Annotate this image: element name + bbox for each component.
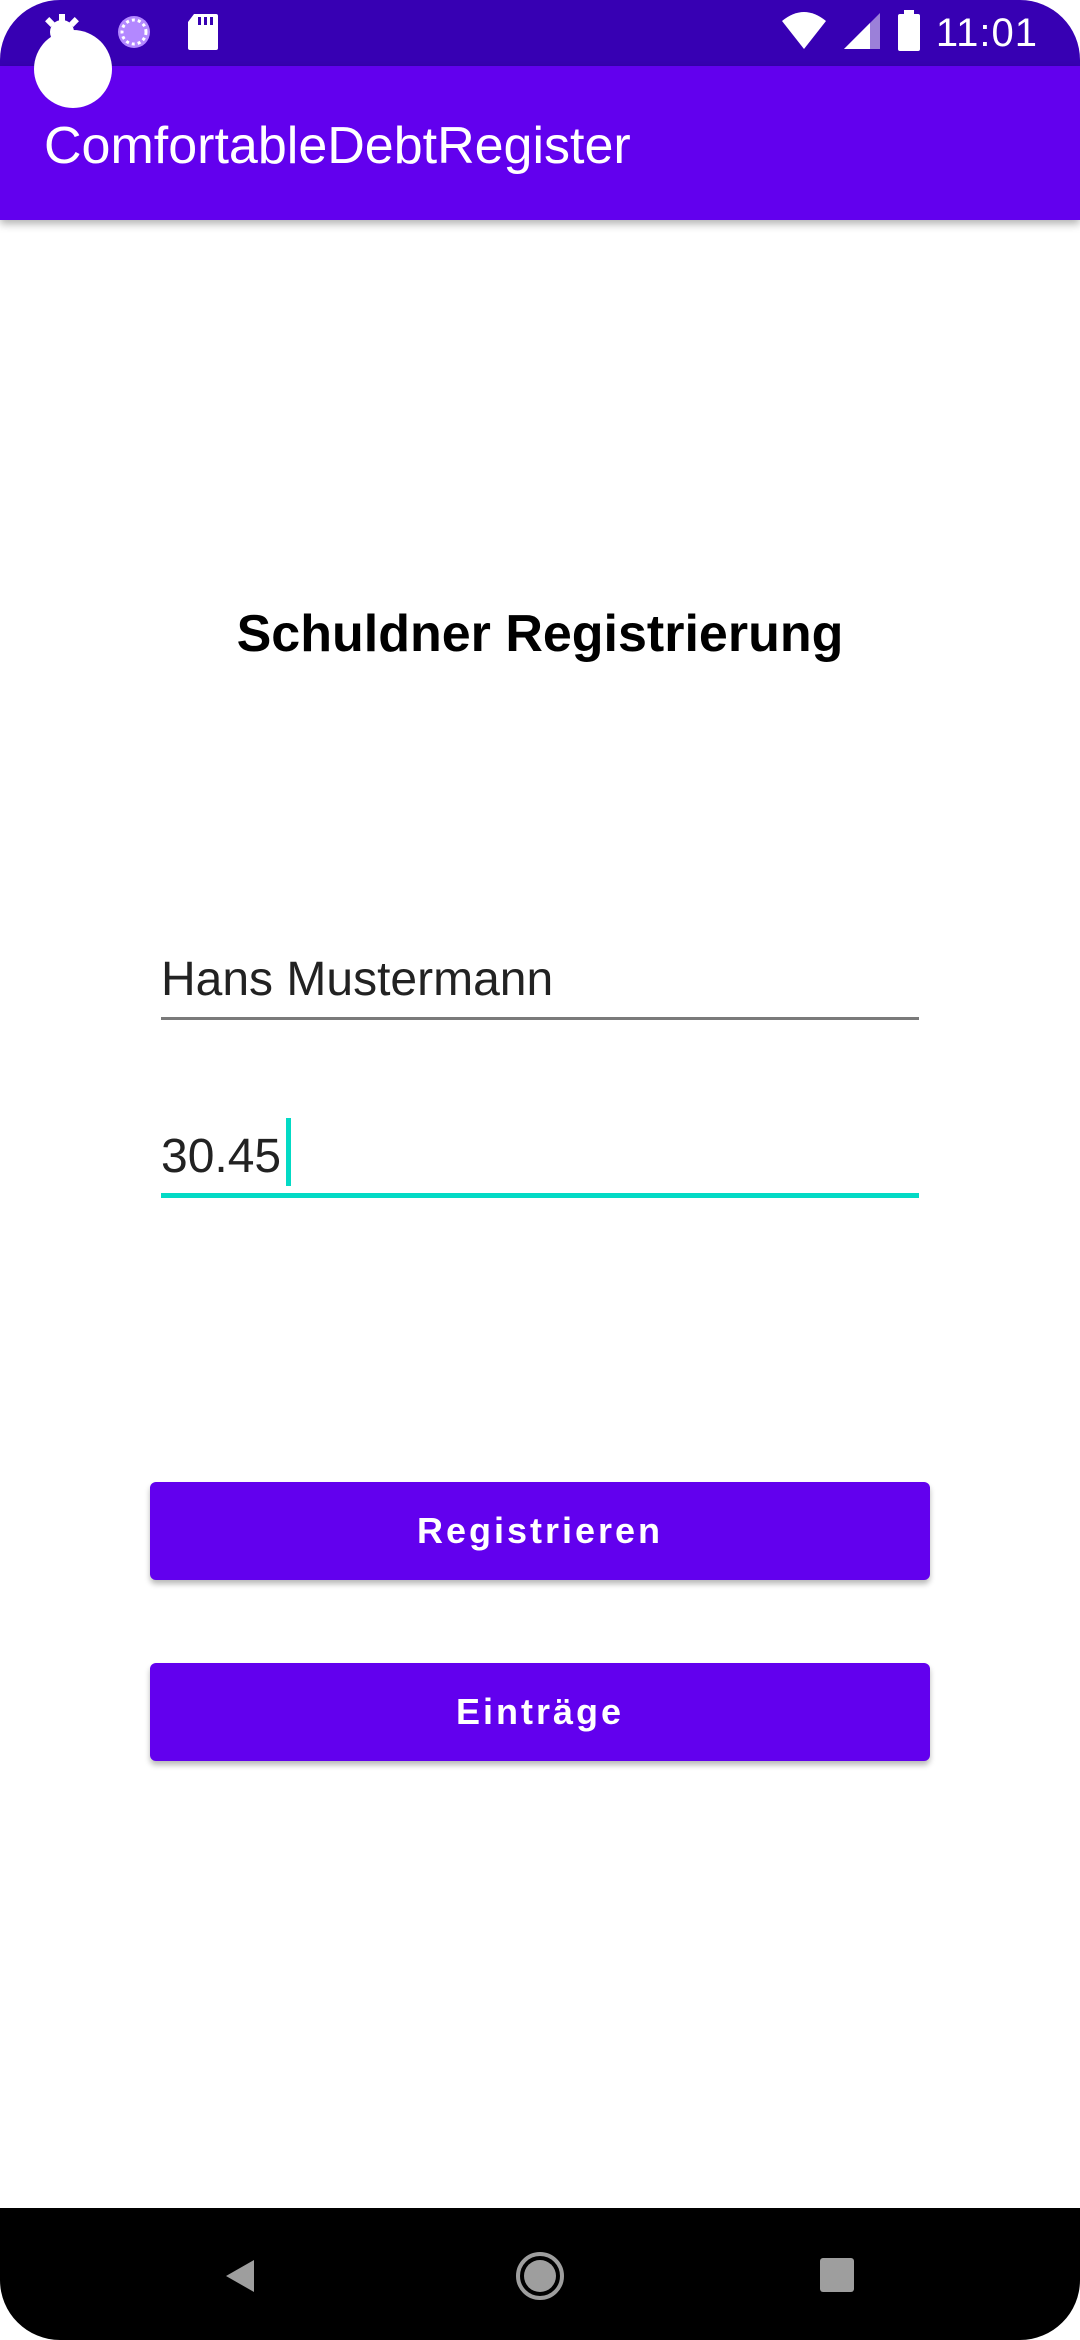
status-bar: 11:01 bbox=[0, 0, 1080, 66]
back-icon[interactable] bbox=[222, 2258, 258, 2299]
home-icon[interactable] bbox=[514, 2250, 566, 2307]
debt-amount-input[interactable] bbox=[161, 1120, 919, 1198]
register-button[interactable]: Registrieren bbox=[150, 1482, 930, 1580]
app-title: ComfortableDebtRegister bbox=[44, 117, 631, 175]
navigation-bar bbox=[0, 2208, 1080, 2340]
clock: 11:01 bbox=[935, 10, 1038, 55]
phone-screen: 11:01 ComfortableDebtRegister Schuldner … bbox=[0, 0, 1080, 2340]
status-right-icons: 11:01 bbox=[780, 8, 1038, 58]
camera-cutout bbox=[34, 30, 112, 108]
sd-card-icon bbox=[186, 12, 220, 57]
entries-button[interactable]: Einträge bbox=[150, 1663, 930, 1761]
battery-icon bbox=[896, 9, 922, 57]
wifi-icon bbox=[780, 11, 828, 56]
loading-spinner-icon bbox=[114, 12, 154, 57]
debtor-name-input[interactable] bbox=[161, 942, 919, 1020]
recents-icon[interactable] bbox=[820, 2258, 854, 2292]
app-bar: ComfortableDebtRegister bbox=[0, 66, 1080, 220]
cell-signal-icon bbox=[842, 11, 882, 56]
page-heading: Schuldner Registrierung bbox=[236, 605, 844, 663]
text-cursor bbox=[286, 1118, 291, 1186]
